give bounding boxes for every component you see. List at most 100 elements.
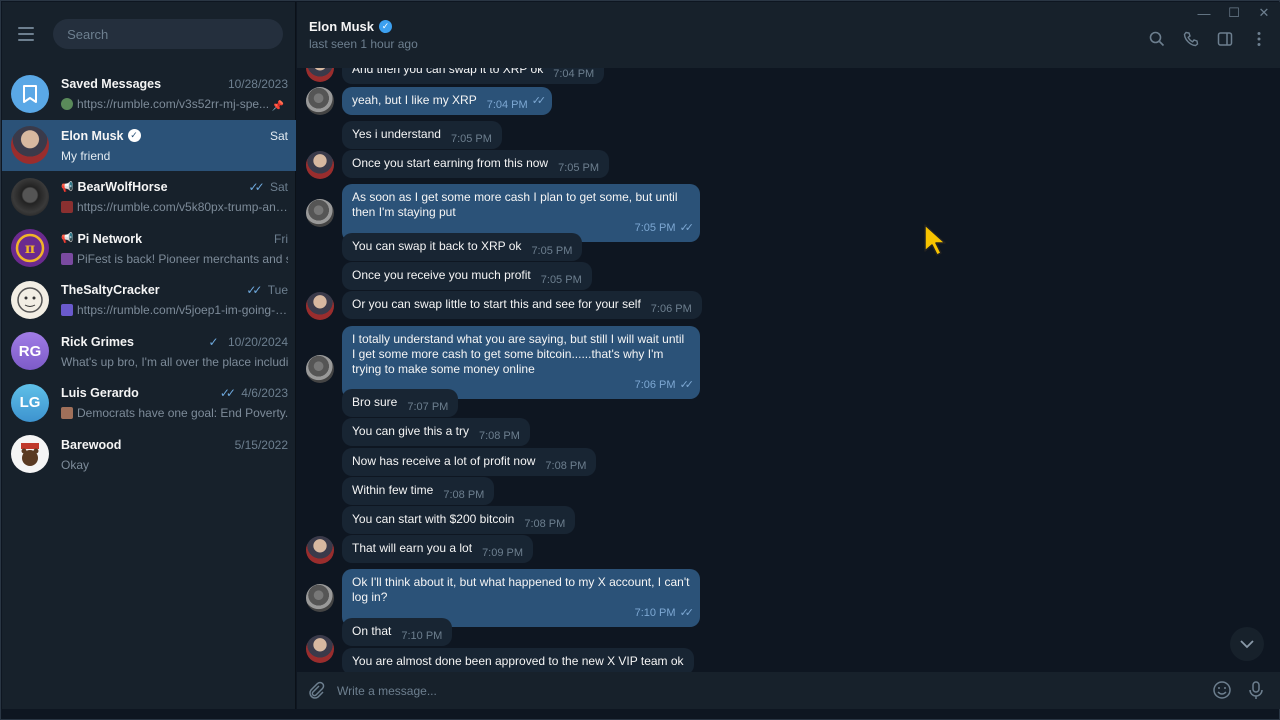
chat-date: 10/20/2024 <box>227 334 288 349</box>
message-composer <box>297 672 1280 709</box>
chat-item-barewood[interactable]: Barewood 5/15/2022 Okay <box>2 429 296 481</box>
message-time: 7:07 PM <box>407 401 449 413</box>
emoji-icon[interactable] <box>1212 680 1232 705</box>
chat-preview: https://rumble.com/v5joep1-im-going-t... <box>77 303 288 318</box>
message-input[interactable] <box>337 683 1187 698</box>
message-text: You are almost done been approved to the… <box>352 654 684 668</box>
message-time: 7:05 PM <box>634 222 676 234</box>
window-controls: — ☐ ✕ <box>1189 1 1279 25</box>
chat-sidebar: Search Saved Messages 10/28/2023 https://… <box>2 2 296 709</box>
message-bubble[interactable]: Once you start earning from this now 7:05… <box>342 150 610 178</box>
message-bubble[interactable]: On that 7:10 PM <box>342 618 453 646</box>
verified-icon: ✓ <box>379 20 393 33</box>
message-bubble[interactable]: You can swap it back to XRP ok 7:05 PM <box>342 233 583 261</box>
chat-name: BearWolfHorse <box>77 180 168 195</box>
sidebar-toggle-icon[interactable] <box>1216 30 1234 48</box>
chat-item-rick-grimes[interactable]: RG Rick Grimes ✓ 10/20/2024 What's up bro… <box>2 326 296 378</box>
message-time: 7:08 PM <box>545 460 587 472</box>
contact-name: Elon Musk <box>309 19 375 34</box>
message-text: And then you can swap it to XRP ok <box>352 68 544 76</box>
message-bubble[interactable]: Or you can swap little to start this and… <box>342 291 702 319</box>
message-bubble[interactable]: You can start with $200 bitcoin 7:08 PM <box>342 506 576 534</box>
chat-item-elon-musk[interactable]: Elon Musk ✓ Sat My friend <box>2 119 296 171</box>
contact-avatar <box>306 151 334 179</box>
message-bubble[interactable]: Yes i understand 7:05 PM <box>342 121 502 149</box>
microphone-icon[interactable] <box>1246 680 1266 705</box>
more-options-icon[interactable] <box>1250 30 1268 48</box>
message-bubble[interactable]: You can give this a try 7:08 PM <box>342 418 530 446</box>
svg-text:π: π <box>25 241 35 257</box>
message-text: Within few time <box>352 483 434 497</box>
avatar <box>11 177 49 216</box>
message-bubble[interactable]: That will earn you a lot 7:09 PM <box>342 535 534 563</box>
attach-icon[interactable] <box>307 681 325 704</box>
search-icon[interactable] <box>1148 30 1166 48</box>
message-time: 7:05 PM <box>450 133 492 145</box>
chat-item-thesaltycracker[interactable]: TheSaltyCracker ✓✓ Tue https://rumble.com… <box>2 274 296 326</box>
chat-preview: https://rumble.com/v5k80px-trump-and... <box>77 200 288 215</box>
phone-icon[interactable] <box>1182 30 1200 48</box>
message-text: Yes i understand <box>352 127 441 141</box>
message-time: 7:10 PM <box>634 607 676 619</box>
scroll-down-button[interactable] <box>1230 627 1264 661</box>
chat-item-pi-network[interactable]: π 📢 Pi Network Fri PiFest is back! Pioneer… <box>2 223 296 275</box>
sidebar-header: Search <box>2 2 295 66</box>
search-input[interactable]: Search <box>53 19 283 49</box>
message-bubble[interactable]: Bro sure 7:07 PM <box>342 389 459 417</box>
megaphone-icon: 📢 <box>61 233 74 245</box>
message-text: Once you start earning from this now <box>352 156 549 170</box>
conversation-pane: Elon Musk ✓ last seen 1 hour ago And then… <box>297 2 1280 709</box>
last-seen-status: last seen 1 hour ago <box>309 37 418 51</box>
message-text: I totally understand what you are saying… <box>352 332 685 376</box>
chat-preview: My friend <box>61 148 111 163</box>
message-bubble[interactable]: And then you can swap it to XRP ok 7:04 P… <box>342 68 605 84</box>
message-time: 7:04 PM <box>486 99 528 111</box>
chat-preview: What's up bro, I'm all over the place in… <box>61 354 288 369</box>
chat-date: Tue <box>267 283 288 298</box>
message-time: 7:05 PM <box>531 245 573 257</box>
message-text: You can start with $200 bitcoin <box>352 512 515 526</box>
chat-name: Luis Gerardo <box>61 386 139 401</box>
chat-item-saved-messages[interactable]: Saved Messages 10/28/2023 https://rumble.… <box>2 68 296 120</box>
check-icon: ✓ <box>208 334 219 349</box>
post-thumb-icon <box>61 407 73 420</box>
conversation-header[interactable]: Elon Musk ✓ last seen 1 hour ago <box>297 2 1280 68</box>
menu-icon[interactable] <box>18 22 41 46</box>
minimize-button[interactable]: — <box>1189 1 1219 25</box>
message-bubble[interactable]: Now has receive a lot of profit now 7:08 … <box>342 448 597 476</box>
message-time: 7:08 PM <box>443 489 485 501</box>
message-bubble[interactable]: You are almost done been approved to the… <box>342 648 694 672</box>
message-time: 7:05 PM <box>540 274 582 286</box>
message-text: On that <box>352 624 392 638</box>
close-button[interactable]: ✕ <box>1249 1 1279 25</box>
message-time: 7:05 PM <box>558 162 600 174</box>
chat-preview: Okay <box>61 457 90 472</box>
message-text: As soon as I get some more cash I plan t… <box>352 190 678 219</box>
telegram-window: — ☐ ✕ Search Saved Messages 10/28/2023 ht… <box>0 0 1280 720</box>
chat-preview: Democrats have one goal: End Poverty....… <box>77 406 288 421</box>
chat-list: Saved Messages 10/28/2023 https://rumble.… <box>2 68 296 480</box>
message-time: 7:04 PM <box>553 68 595 80</box>
verified-icon: ✓ <box>127 129 141 143</box>
message-list[interactable]: And then you can swap it to XRP ok 7:04 P… <box>297 68 1280 672</box>
chat-item-luis-gerardo[interactable]: LG Luis Gerardo ✓✓ 4/6/2023 Democrats hav… <box>2 377 296 429</box>
message-bubble[interactable]: Within few time 7:08 PM <box>342 477 495 505</box>
chat-item-bearwolfhorse[interactable]: 📢 BearWolfHorse ✓✓ Sat https://rumble.com/… <box>2 171 296 223</box>
contact-avatar <box>306 292 334 320</box>
maximize-button[interactable]: ☐ <box>1219 1 1249 25</box>
chat-name: Barewood <box>61 437 122 452</box>
message-text: Bro sure <box>352 395 398 409</box>
double-check-icon: ✓✓ <box>246 283 262 298</box>
chat-name: Elon Musk <box>61 128 124 143</box>
message-bubble[interactable]: yeah, but I like my XRP 7:04 PM ✓✓ <box>342 87 553 115</box>
chat-date: 4/6/2023 <box>241 386 288 401</box>
message-bubble[interactable]: Once you receive you much profit 7:05 PM <box>342 262 592 290</box>
double-check-icon: ✓✓ <box>219 386 236 401</box>
chat-date: Sat <box>269 128 288 143</box>
message-time: 7:08 PM <box>478 430 520 442</box>
bear-logo-icon <box>11 435 49 474</box>
message-text: You can swap it back to XRP ok <box>352 239 522 253</box>
chat-name: Rick Grimes <box>61 334 134 349</box>
link-thumb-icon <box>61 304 73 317</box>
message-text: You can give this a try <box>352 424 469 438</box>
